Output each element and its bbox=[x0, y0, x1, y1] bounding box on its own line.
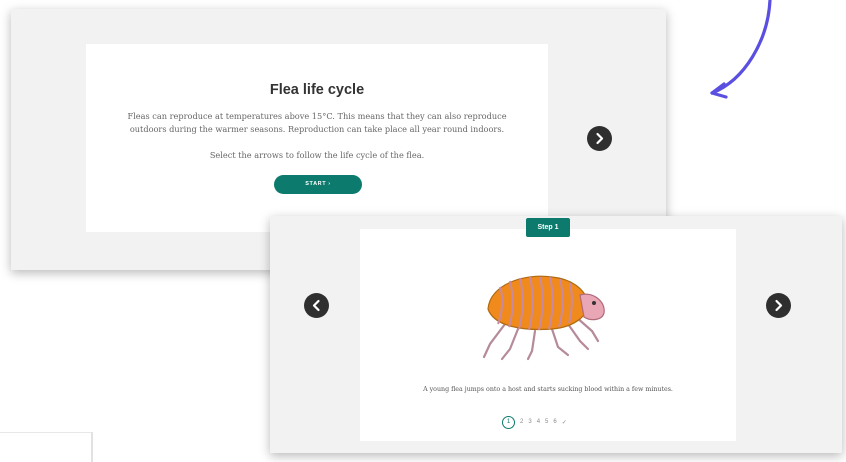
pager-step[interactable]: 4 bbox=[537, 419, 540, 425]
next-slide-button[interactable] bbox=[587, 126, 612, 151]
pager-step[interactable]: 5 bbox=[545, 419, 548, 425]
curved-arrow-icon bbox=[710, 0, 772, 99]
chevron-right-icon bbox=[596, 132, 604, 145]
flea-illustration bbox=[482, 275, 605, 361]
step-badge: Step 1 bbox=[526, 218, 570, 237]
previous-step-button[interactable] bbox=[304, 293, 329, 318]
start-button[interactable]: START › bbox=[274, 175, 362, 194]
partial-frame-edge bbox=[0, 432, 93, 462]
chevron-left-icon bbox=[312, 299, 320, 312]
slide-description: Fleas can reproduce at temperatures abov… bbox=[127, 111, 507, 134]
next-step-button[interactable] bbox=[766, 293, 791, 318]
slide-title: Flea life cycle bbox=[269, 82, 365, 98]
step-card: A young flea jumps onto a host and start… bbox=[360, 229, 736, 441]
pager-step[interactable]: 3 bbox=[528, 419, 531, 425]
intro-card: Flea life cycle Fleas can reproduce at t… bbox=[86, 44, 548, 232]
step-pager: 1 2 3 4 5 6 ✓ bbox=[502, 415, 567, 429]
pager-done-icon[interactable]: ✓ bbox=[562, 419, 567, 426]
step-slide-panel: Step 1 A young flea jumps onto a host an… bbox=[270, 216, 842, 453]
pager-step-current[interactable]: 1 bbox=[502, 415, 515, 429]
pager-step[interactable]: 2 bbox=[520, 419, 523, 425]
chevron-right-icon bbox=[775, 299, 783, 312]
pager-step[interactable]: 6 bbox=[553, 419, 556, 425]
slide-instruction: Select the arrows to follow the life cyc… bbox=[209, 150, 425, 160]
step-caption: A young flea jumps onto a host and start… bbox=[423, 386, 673, 393]
